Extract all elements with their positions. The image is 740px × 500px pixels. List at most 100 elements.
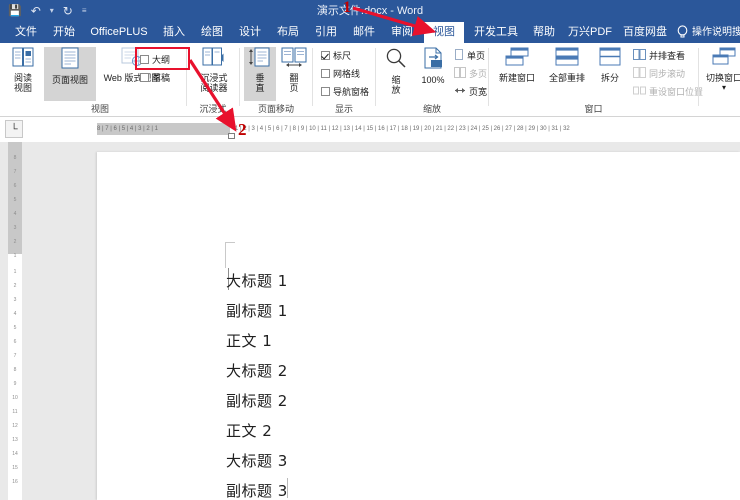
document-work-area: 8 7 6 5 4 3 2 1 1 2 3 4 5 6 7 8 9 10 11 … [0,142,740,500]
annotation-number-1: 1 [343,0,351,16]
ruler-checkbox[interactable]: 标尺 [321,49,351,62]
navigation-pane-checkbox[interactable]: 导航窗格 [321,85,369,98]
arrange-all-label: 全部重排 [548,73,585,83]
tab-references[interactable]: 引用 [310,22,342,43]
zoom-100-button[interactable]: 100% [414,47,452,101]
checkbox-square-icon [140,73,149,82]
tab-officeplus[interactable]: OfficePLUS [86,22,152,43]
arrange-all-button[interactable]: 全部重排 [543,47,591,101]
one-page-icon [454,49,464,62]
page-width-icon [454,85,466,98]
tab-developer[interactable]: 开发工具 [470,22,522,43]
document-line[interactable]: 大标题 2 [226,360,288,381]
read-view-icon [12,47,34,72]
tab-stop-selector[interactable]: └ [5,120,23,138]
draft-view-checkbox[interactable]: 草稿 [140,71,170,84]
draft-view-label: 草稿 [152,73,171,83]
ruler-left-margin-numbers[interactable]: 8 | 7 | 6 | 5 | 4 | 3 | 2 | 1 [97,123,230,135]
document-line[interactable]: 正文 2 [226,420,272,441]
view-side-by-side-label: 并排查看 [649,51,686,61]
magnifier-icon [385,47,407,74]
text-boundary-corner-mark [225,242,235,268]
ribbon-group-zoom: 缩 放 100% 单页 多页 页宽 缩放 [376,43,488,117]
tab-design[interactable]: 设计 [234,22,266,43]
annotation-number-2: 2 [238,120,247,139]
group-divider [698,48,699,106]
page-width-label: 页宽 [469,87,488,97]
left-indent-marker[interactable] [228,133,235,139]
vertical-movement-button[interactable]: 垂 直 [244,47,276,101]
ruler-label: 标尺 [333,51,352,61]
chevron-down-icon[interactable]: ▾ [722,83,726,93]
tab-help[interactable]: 帮助 [528,22,560,43]
side-to-side-label: 翻 页 [289,73,299,93]
document-line[interactable]: 副标题 2 [226,390,288,411]
vertical-ruler[interactable]: 8 7 6 5 4 3 2 1 1 2 3 4 5 6 7 8 9 10 11 … [8,142,22,500]
immersive-reader-icon [202,47,226,72]
tab-draw[interactable]: 绘图 [196,22,228,43]
document-page[interactable]: 大标题 1 副标题 1 正文 1 大标题 2 副标题 2 正文 2 大标题 3 … [97,152,740,500]
side-to-side-icon [281,47,307,72]
navigation-pane-label: 导航窗格 [333,87,370,97]
zoom-button[interactable]: 缩 放 [380,47,412,101]
zoom-100-label: 100% [421,75,445,85]
view-side-by-side-button[interactable]: 并排查看 [633,49,685,62]
switch-windows-icon [711,47,737,72]
immersive-reader-label: 沉浸式 阅读器 [200,73,228,93]
multiple-pages-label: 多页 [469,69,488,79]
group-label-zoom: 缩放 [422,104,441,114]
read-view-button[interactable]: 阅读 视图 [6,47,40,101]
tab-view[interactable]: 视图 [424,22,464,43]
print-layout-button[interactable]: 页面视图 [44,47,96,101]
sync-scroll-icon [633,67,646,80]
switch-windows-label: 切换窗口 [705,73,740,83]
split-button[interactable]: 拆分 [593,47,627,101]
arrange-all-icon [554,47,580,72]
vertical-scroll-icon [248,47,272,72]
first-line-indent-marker[interactable] [228,121,236,126]
tab-layout[interactable]: 布局 [272,22,304,43]
annotation-highlight-outline-checkbox [135,47,190,70]
checkbox-square-icon [321,87,330,96]
document-line[interactable]: 副标题 3 [226,480,288,500]
document-line[interactable]: 大标题 3 [226,450,288,471]
lightbulb-icon[interactable] [677,25,688,42]
document-line[interactable]: 大标题 1 [226,270,288,291]
gridlines-checkbox[interactable]: 网格线 [321,67,360,80]
group-label-views: 视图 [90,104,109,114]
tab-file[interactable]: 文件 [10,22,42,43]
tab-insert[interactable]: 插入 [158,22,190,43]
document-line[interactable]: 正文 1 [226,330,272,351]
ribbon-panel: 阅读 视图 页面视图 Web 版式视图 大纲 草稿 视图 沉浸式 阅读器 沉浸式… [0,43,740,117]
immersive-reader-button[interactable]: 沉浸式 阅读器 [195,47,233,101]
zoom-label: 缩 放 [391,75,401,95]
print-layout-label: 页面视图 [51,75,88,85]
tab-home[interactable]: 开始 [48,22,80,43]
checkbox-checked-icon [321,51,330,60]
ruler-body-numbers[interactable]: 1 | 2 | 3 | 4 | 5 | 6 | 7 | 8 | 9 | 10 |… [232,123,740,135]
one-page-button[interactable]: 单页 [454,49,485,62]
read-view-label: 阅读 视图 [13,73,32,93]
ribbon-tab-bar: 文件 开始 OfficePLUS 插入 绘图 设计 布局 引用 邮件 审阅 视图… [0,22,740,43]
tab-review[interactable]: 审阅 [386,22,418,43]
tab-mailings[interactable]: 邮件 [348,22,380,43]
split-label: 拆分 [600,73,619,83]
tab-wondershare-pdf[interactable]: 万兴PDF [566,22,614,43]
ribbon-group-page-movement: 垂 直 翻 页 页面移动 [240,43,312,117]
page-width-button[interactable]: 页宽 [454,85,487,98]
word-window: 💾 ↶ ▾ ↻ ≡ 演示文件.docx - Word 文件 开始 OfficeP… [0,0,740,500]
reset-window-position-label: 重设窗口位置 [649,87,704,97]
new-window-label: 新建窗口 [498,73,535,83]
new-window-button[interactable]: 新建窗口 [493,47,541,101]
tab-baidu-netdisk[interactable]: 百度网盘 [620,22,670,43]
switch-windows-button[interactable]: 切换窗口 ▾ [702,47,740,105]
document-line[interactable]: 副标题 1 [226,300,288,321]
group-label-show: 显示 [334,104,353,114]
split-icon [598,47,622,72]
synchronous-scrolling-button[interactable]: 同步滚动 [633,67,685,80]
side-to-side-button[interactable]: 翻 页 [278,47,310,101]
tab-tell-me[interactable]: 操作说明搜索 [692,22,740,43]
group-label-window: 窗口 [584,104,603,114]
multiple-pages-button[interactable]: 多页 [454,67,487,80]
reset-window-position-button[interactable]: 重设窗口位置 [633,85,703,98]
